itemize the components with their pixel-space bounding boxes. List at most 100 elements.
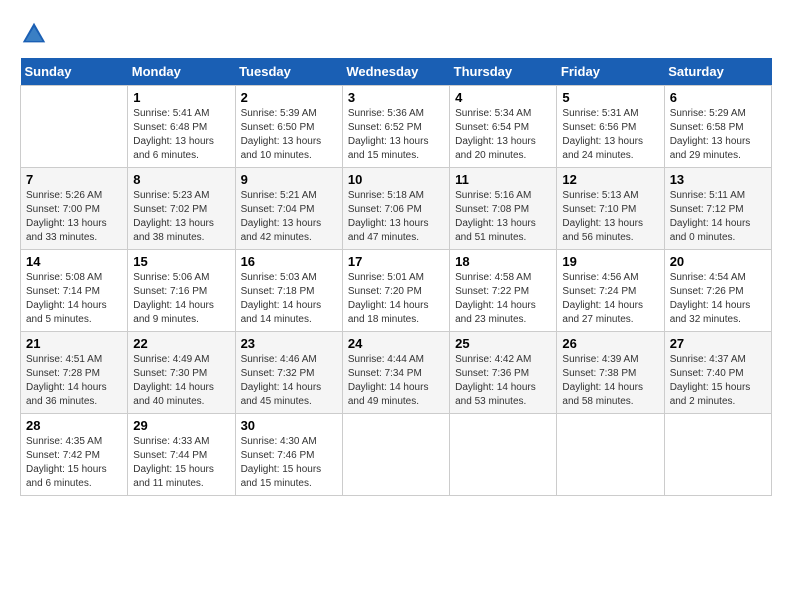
day-number: 19 [562,254,658,269]
calendar-cell: 22Sunrise: 4:49 AM Sunset: 7:30 PM Dayli… [128,332,235,414]
day-info: Sunrise: 4:39 AM Sunset: 7:38 PM Dayligh… [562,353,658,409]
calendar-cell: 18 Sunrise: 4:58 AM Sunset: 7:22 PM Dayli… [450,250,557,332]
calendar-cell: 23 Sunrise: 4:46 AM Sunset: 7:32 PM Dayli… [235,332,342,414]
calendar-cell: 9Sunrise: 5:21 AM Sunset: 7:04 PM Daylig… [235,168,342,250]
calendar-cell: 27 Sunrise: 4:37 AM Sunset: 7:40 PM Dayli… [664,332,771,414]
day-number: 16 [241,254,337,269]
calendar-cell: 25 Sunrise: 4:42 AM Sunset: 7:36 PM Dayli… [450,332,557,414]
day-number: 11 [455,172,551,187]
day-info: Sunrise: 4:54 AM Sunset: 7:26 PM Dayligh… [670,271,766,327]
day-info: Sunrise: 5:39 AM Sunset: 6:50 PM Dayligh… [241,107,337,163]
calendar-cell: 28 Sunrise: 4:35 AM Sunset: 7:42 PM Dayli… [21,414,128,496]
calendar-week-row: 14 Sunrise: 5:08 AM Sunset: 7:14 PM Dayli… [21,250,772,332]
day-info: Sunrise: 5:03 AM Sunset: 7:18 PM Dayligh… [241,271,337,327]
day-info: Sunrise: 5:34 AM Sunset: 6:54 PM Dayligh… [455,107,551,163]
day-number: 3 [348,90,444,105]
day-number: 15 [133,254,229,269]
day-info: Sunrise: 5:18 AM Sunset: 7:06 PM Dayligh… [348,189,444,245]
calendar-cell: 4 Sunrise: 5:34 AM Sunset: 6:54 PM Daylig… [450,86,557,168]
day-number: 7 [26,172,122,187]
calendar-cell [21,86,128,168]
day-number: 14 [26,254,122,269]
calendar-week-row: 7 Sunrise: 5:26 AM Sunset: 7:00 PM Daylig… [21,168,772,250]
day-number: 23 [241,336,337,351]
day-info: Sunrise: 4:58 AM Sunset: 7:22 PM Dayligh… [455,271,551,327]
calendar-cell: 8 Sunrise: 5:23 AM Sunset: 7:02 PM Daylig… [128,168,235,250]
day-number: 21 [26,336,122,351]
calendar-cell: 3 Sunrise: 5:36 AM Sunset: 6:52 PM Daylig… [342,86,449,168]
calendar-cell: 11 Sunrise: 5:16 AM Sunset: 7:08 PM Dayli… [450,168,557,250]
day-info: Sunrise: 5:06 AM Sunset: 7:16 PM Dayligh… [133,271,229,327]
day-number: 25 [455,336,551,351]
calendar-cell: 15 Sunrise: 5:06 AM Sunset: 7:16 PM Dayli… [128,250,235,332]
calendar-cell: 10 Sunrise: 5:18 AM Sunset: 7:06 PM Dayli… [342,168,449,250]
calendar-cell: 13 Sunrise: 5:11 AM Sunset: 7:12 PM Dayli… [664,168,771,250]
day-info: Sunrise: 5:36 AM Sunset: 6:52 PM Dayligh… [348,107,444,163]
calendar-cell: 16 Sunrise: 5:03 AM Sunset: 7:18 PM Dayli… [235,250,342,332]
day-info: Sunrise: 4:30 AM Sunset: 7:46 PM Dayligh… [241,435,337,491]
day-info: Sunrise: 4:51 AM Sunset: 7:28 PM Dayligh… [26,353,122,409]
day-number: 17 [348,254,444,269]
calendar-cell: 2 Sunrise: 5:39 AM Sunset: 6:50 PM Daylig… [235,86,342,168]
day-number: 9 [241,172,337,187]
day-info: Sunrise: 5:13 AM Sunset: 7:10 PM Dayligh… [562,189,658,245]
day-number: 18 [455,254,551,269]
calendar-cell: 30 Sunrise: 4:30 AM Sunset: 7:46 PM Dayli… [235,414,342,496]
calendar-cell [450,414,557,496]
weekday-header-friday: Friday [557,58,664,86]
weekday-header-thursday: Thursday [450,58,557,86]
day-number: 1 [133,90,229,105]
day-number: 2 [241,90,337,105]
calendar-header: SundayMondayTuesdayWednesdayThursdayFrid… [21,58,772,86]
day-number: 29 [133,418,229,433]
day-number: 10 [348,172,444,187]
calendar-cell: 12 Sunrise: 5:13 AM Sunset: 7:10 PM Dayli… [557,168,664,250]
day-number: 20 [670,254,766,269]
day-info: Sunrise: 5:08 AM Sunset: 7:14 PM Dayligh… [26,271,122,327]
calendar-cell: 6 Sunrise: 5:29 AM Sunset: 6:58 PM Daylig… [664,86,771,168]
calendar-table: SundayMondayTuesdayWednesdayThursdayFrid… [20,58,772,496]
day-number: 6 [670,90,766,105]
page-header [20,20,772,48]
day-number: 8 [133,172,229,187]
calendar-cell: 19Sunrise: 4:56 AM Sunset: 7:24 PM Dayli… [557,250,664,332]
day-info: Sunrise: 5:31 AM Sunset: 6:56 PM Dayligh… [562,107,658,163]
calendar-week-row: 1Sunrise: 5:41 AM Sunset: 6:48 PM Daylig… [21,86,772,168]
calendar-cell [342,414,449,496]
calendar-cell: 20 Sunrise: 4:54 AM Sunset: 7:26 PM Dayli… [664,250,771,332]
logo [20,20,52,48]
day-number: 22 [133,336,229,351]
calendar-cell: 5 Sunrise: 5:31 AM Sunset: 6:56 PM Daylig… [557,86,664,168]
day-info: Sunrise: 5:01 AM Sunset: 7:20 PM Dayligh… [348,271,444,327]
calendar-cell [557,414,664,496]
day-info: Sunrise: 5:29 AM Sunset: 6:58 PM Dayligh… [670,107,766,163]
calendar-week-row: 21 Sunrise: 4:51 AM Sunset: 7:28 PM Dayli… [21,332,772,414]
calendar-cell: 14 Sunrise: 5:08 AM Sunset: 7:14 PM Dayli… [21,250,128,332]
day-number: 13 [670,172,766,187]
day-info: Sunrise: 5:26 AM Sunset: 7:00 PM Dayligh… [26,189,122,245]
day-number: 4 [455,90,551,105]
weekday-header-monday: Monday [128,58,235,86]
calendar-cell: 21 Sunrise: 4:51 AM Sunset: 7:28 PM Dayli… [21,332,128,414]
calendar-cell [664,414,771,496]
day-number: 24 [348,336,444,351]
day-number: 28 [26,418,122,433]
day-info: Sunrise: 4:46 AM Sunset: 7:32 PM Dayligh… [241,353,337,409]
day-info: Sunrise: 4:35 AM Sunset: 7:42 PM Dayligh… [26,435,122,491]
weekday-header-tuesday: Tuesday [235,58,342,86]
day-info: Sunrise: 4:44 AM Sunset: 7:34 PM Dayligh… [348,353,444,409]
day-info: Sunrise: 5:23 AM Sunset: 7:02 PM Dayligh… [133,189,229,245]
calendar-cell: 1Sunrise: 5:41 AM Sunset: 6:48 PM Daylig… [128,86,235,168]
day-number: 27 [670,336,766,351]
calendar-cell: 26Sunrise: 4:39 AM Sunset: 7:38 PM Dayli… [557,332,664,414]
day-info: Sunrise: 4:42 AM Sunset: 7:36 PM Dayligh… [455,353,551,409]
day-info: Sunrise: 4:37 AM Sunset: 7:40 PM Dayligh… [670,353,766,409]
day-info: Sunrise: 5:11 AM Sunset: 7:12 PM Dayligh… [670,189,766,245]
day-info: Sunrise: 5:16 AM Sunset: 7:08 PM Dayligh… [455,189,551,245]
day-number: 30 [241,418,337,433]
day-number: 12 [562,172,658,187]
calendar-week-row: 28 Sunrise: 4:35 AM Sunset: 7:42 PM Dayli… [21,414,772,496]
weekday-header-wednesday: Wednesday [342,58,449,86]
day-info: Sunrise: 4:33 AM Sunset: 7:44 PM Dayligh… [133,435,229,491]
day-number: 5 [562,90,658,105]
